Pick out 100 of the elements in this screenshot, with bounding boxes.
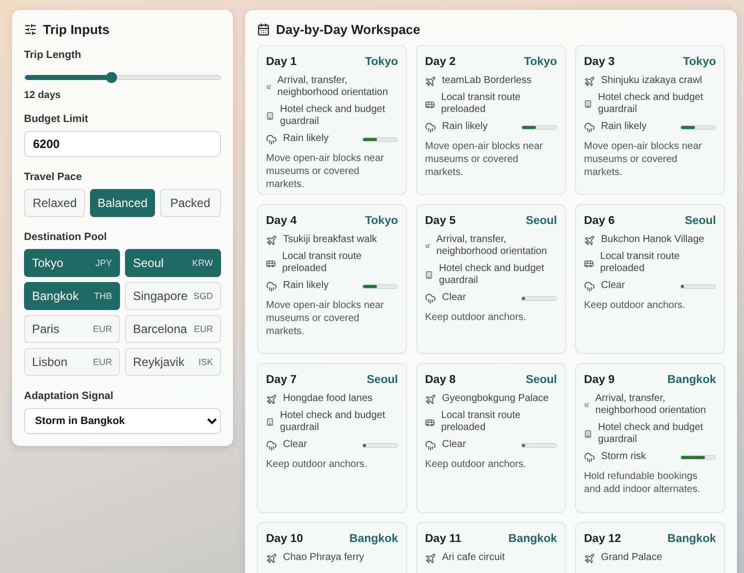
plane-icon (266, 552, 277, 564)
bus-icon (584, 258, 594, 268)
day-note: Move open-air blocks near museums or covered markets. (425, 140, 544, 179)
plane-icon (425, 552, 436, 564)
day-note: Move open-air blocks near museums or covered markets. (266, 152, 385, 191)
pace-option[interactable]: Packed (160, 189, 221, 217)
signal-dropdown[interactable]: Storm in Bangkok (24, 408, 221, 434)
plane-icon (425, 76, 436, 86)
plan-item: Hotel check and budget guardrail (439, 263, 546, 287)
field-label: Destination Pool (24, 231, 108, 243)
day-label: Day 11 (425, 533, 462, 545)
plan-item: Hongdae food lanes (283, 393, 373, 405)
day-note: Move open-air blocks near museums or covered markets. (584, 140, 703, 179)
destination-option[interactable]: Tokyo JPY (24, 249, 120, 277)
city-label: Tokyo (364, 215, 398, 227)
building-icon (584, 429, 592, 439)
cloud-rain-icon (425, 122, 436, 132)
city-label: Bangkok (667, 374, 716, 386)
day-label: Day 7 (266, 374, 297, 386)
weather-label: Rain likely (442, 121, 488, 133)
bus-icon (266, 258, 276, 268)
bus-icon (425, 416, 436, 428)
plan-item: Tsukiji breakfast walk (283, 234, 377, 246)
city-label: Seoul (526, 374, 557, 386)
plan-item: Local transit route preloaded (441, 92, 522, 116)
budget-field[interactable]: 6200 (24, 131, 221, 157)
day-label: Day 5 (425, 215, 456, 227)
building-icon (584, 99, 592, 109)
plan-item: Hotel check and budget guardrail (280, 104, 386, 128)
city-label: Bangkok (349, 533, 398, 545)
plan-item: Arrival, transfer, neighborhood orientation (436, 234, 548, 258)
plan-item: Chao Phraya ferry (283, 552, 364, 564)
plan-item: teamLab Borderless (442, 75, 532, 87)
day-label: Day 2 (425, 56, 456, 68)
destination-option[interactable]: Paris EUR (24, 315, 120, 343)
plan-item: Arrival, transfer, neighborhood orientation (277, 75, 389, 99)
plan-item: Local transit route preloaded (441, 410, 522, 434)
plan-item: Hotel check and budget guardrail (280, 410, 386, 434)
city-label: Tokyo (524, 56, 557, 68)
plane-icon (266, 234, 277, 246)
day-label: Day 9 (584, 374, 615, 386)
cloud-rain-icon (266, 280, 277, 292)
city-label: Tokyo (364, 56, 398, 68)
city-label: Seoul (526, 215, 557, 227)
panel-title: Day-by-Day Workspace (276, 22, 420, 37)
field-label: Budget Limit (24, 113, 90, 125)
weather-label: Clear (442, 439, 466, 451)
day-note: Keep outdoor anchors. (266, 458, 368, 471)
plane-icon (425, 394, 436, 404)
plan-item: Hotel check and budget guardrail (598, 92, 704, 116)
cloud-rain-icon (584, 452, 595, 462)
cloud-rain-icon (266, 134, 277, 144)
day-note: Keep outdoor anchors. (425, 458, 528, 471)
weather-label: Clear (601, 280, 625, 292)
day-label: Day 6 (584, 215, 615, 227)
pace-option[interactable]: Balanced (90, 189, 155, 217)
cloud-rain-icon (425, 292, 436, 304)
cloud-rain-icon (584, 122, 595, 132)
day-label: Day 8 (425, 374, 456, 386)
field-label: Adaptation Signal (24, 390, 114, 402)
destination-option[interactable]: Seoul KRW (125, 249, 221, 277)
weather-label: Clear (283, 439, 307, 451)
day-note: Keep outdoor anchors. (584, 299, 686, 312)
plane-icon (584, 552, 595, 564)
weather-label: Storm risk (601, 451, 646, 463)
destination-option[interactable]: Lisbon EUR (24, 348, 120, 376)
field-label: Travel Pace (24, 171, 83, 183)
settings-icon (24, 23, 37, 36)
destination-option[interactable]: Barcelona EUR (125, 315, 221, 343)
plane-icon (584, 401, 590, 409)
destination-option[interactable]: Reykjavik ISK (125, 348, 221, 376)
plane-icon (584, 234, 595, 246)
plane-icon (584, 76, 595, 86)
plan-item: Shinjuku izakaya crawl (601, 75, 702, 87)
trip-length-slider[interactable] (24, 75, 221, 80)
bus-icon (425, 98, 436, 110)
plan-item: Arrival, transfer, neighborhood orientation (595, 393, 707, 417)
destination-option[interactable]: Bangkok THB (24, 282, 120, 310)
city-label: Bangkok (667, 533, 716, 545)
plan-item: Bukchon Hanok Village (601, 234, 704, 246)
cloud-rain-icon (425, 440, 436, 450)
slider-thumb[interactable] (106, 72, 117, 83)
day-label: Day 3 (584, 56, 615, 68)
city-label: Seoul (366, 374, 398, 386)
plane-icon (266, 394, 277, 404)
plan-item: Grand Palace (601, 552, 662, 564)
panel-title: Trip Inputs (43, 22, 110, 37)
calendar-icon (257, 23, 270, 36)
day-note: Keep outdoor anchors. (425, 311, 528, 324)
plan-item: Ari cafe circuit (442, 552, 505, 564)
building-icon (266, 417, 274, 427)
field-label: Trip Length (24, 49, 82, 61)
weather-label: Rain likely (283, 133, 329, 145)
destination-option[interactable]: Singapore SGD (125, 282, 221, 310)
day-label: Day 10 (266, 533, 304, 545)
plane-icon (266, 83, 272, 91)
weather-label: Clear (442, 292, 466, 304)
city-label: Seoul (684, 215, 716, 227)
day-label: Day 1 (266, 56, 297, 68)
pace-option[interactable]: Relaxed (24, 189, 86, 217)
